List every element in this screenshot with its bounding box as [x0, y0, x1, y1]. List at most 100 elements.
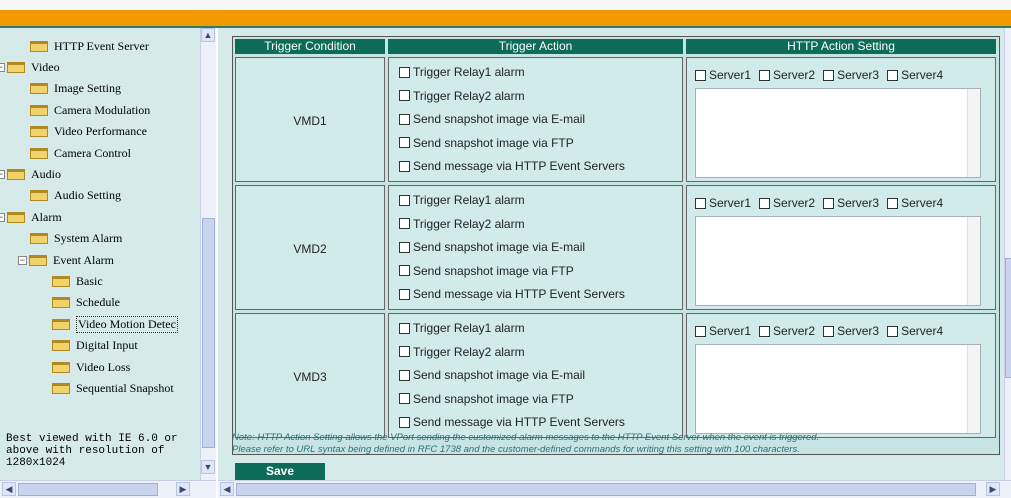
checkbox[interactable]: [399, 194, 410, 206]
server-option[interactable]: Server2: [759, 196, 815, 210]
checkbox[interactable]: [399, 322, 410, 334]
trigger-action-option[interactable]: Trigger Relay1 alarm: [399, 321, 525, 335]
tree-item[interactable]: Camera Control: [30, 143, 131, 163]
checkbox[interactable]: [887, 325, 899, 337]
checkbox[interactable]: [399, 241, 410, 253]
tree-item[interactable]: HTTP Event Server: [30, 36, 149, 56]
checkbox[interactable]: [823, 325, 835, 337]
header-trigger-condition: Trigger Condition: [235, 39, 385, 54]
scroll-right-icon[interactable]: ▶: [176, 482, 190, 496]
page-vertical-scrollbar[interactable]: [1004, 28, 1011, 480]
textarea-scrollbar[interactable]: [967, 89, 980, 177]
trigger-action-option[interactable]: Send snapshot image via E-mail: [399, 112, 585, 126]
server-option[interactable]: Server3: [823, 196, 879, 210]
tree-item[interactable]: − Audio: [0, 164, 61, 184]
tree-vertical-scrollbar[interactable]: ▲ ▼: [200, 28, 216, 480]
checkbox[interactable]: [887, 69, 899, 81]
scroll-left-icon[interactable]: ◀: [2, 482, 16, 496]
trigger-action-option[interactable]: Send message via HTTP Event Servers: [399, 415, 625, 429]
tree-item-label: Audio Setting: [54, 188, 122, 203]
tree-item[interactable]: Video Performance: [30, 122, 147, 142]
checkbox[interactable]: [399, 160, 410, 172]
checkbox[interactable]: [887, 197, 899, 209]
trigger-action-option[interactable]: Send message via HTTP Event Servers: [399, 159, 625, 173]
checkbox[interactable]: [399, 218, 410, 229]
server-option[interactable]: Server2: [759, 68, 815, 82]
checkbox[interactable]: [823, 197, 835, 209]
tree-item[interactable]: − Video: [0, 57, 60, 77]
checkbox[interactable]: [759, 69, 771, 81]
tree-item[interactable]: Video Motion Detec: [52, 314, 178, 334]
tree-item[interactable]: Camera Modulation: [30, 100, 150, 120]
http-action-textarea[interactable]: [695, 88, 981, 178]
checkbox[interactable]: [759, 325, 771, 337]
checkbox[interactable]: [695, 197, 706, 209]
content-hscroll-thumb[interactable]: [236, 483, 976, 496]
tree-hscroll-thumb[interactable]: [18, 483, 158, 496]
tree-item[interactable]: Schedule: [52, 293, 120, 313]
trigger-action-option[interactable]: Trigger Relay2 alarm: [399, 217, 525, 231]
checkbox[interactable]: [399, 113, 410, 125]
tree-item[interactable]: Video Loss: [52, 357, 130, 377]
collapse-icon[interactable]: −: [18, 255, 27, 265]
textarea-scrollbar[interactable]: [967, 345, 980, 433]
http-action-textarea[interactable]: [695, 344, 981, 434]
server-option[interactable]: Server1: [695, 324, 751, 338]
trigger-action-option[interactable]: Send snapshot image via FTP: [399, 136, 574, 150]
tree-item[interactable]: − Alarm: [0, 207, 62, 227]
trigger-action-option[interactable]: Trigger Relay2 alarm: [399, 345, 525, 359]
server-option[interactable]: Server4: [887, 196, 943, 210]
server-option[interactable]: Server4: [887, 324, 943, 338]
tree-scroll-thumb[interactable]: [202, 218, 215, 448]
trigger-action-option[interactable]: Trigger Relay2 alarm: [399, 89, 525, 103]
checkbox[interactable]: [399, 90, 410, 101]
checkbox[interactable]: [695, 325, 706, 337]
trigger-action-option[interactable]: Send snapshot image via E-mail: [399, 240, 585, 254]
checkbox[interactable]: [759, 197, 771, 209]
save-button[interactable]: Save: [235, 463, 325, 480]
trigger-action-option[interactable]: Send snapshot image via FTP: [399, 392, 574, 406]
tree-item[interactable]: Basic: [52, 271, 103, 291]
checkbox[interactable]: [399, 369, 410, 381]
content-horizontal-scrollbar[interactable]: ◀ ▶: [218, 480, 1011, 498]
folder-icon: [30, 83, 48, 95]
tree-item[interactable]: System Alarm: [30, 229, 122, 249]
checkbox[interactable]: [399, 416, 410, 428]
server-option[interactable]: Server2: [759, 324, 815, 338]
brand-bar: [0, 10, 1011, 26]
tree-item[interactable]: − Event Alarm: [18, 250, 114, 270]
tree-item[interactable]: Audio Setting: [30, 186, 121, 206]
collapse-icon[interactable]: −: [0, 169, 5, 179]
server-option[interactable]: Server3: [823, 324, 879, 338]
checkbox[interactable]: [399, 66, 410, 78]
server-option[interactable]: Server1: [695, 68, 751, 82]
checkbox[interactable]: [399, 265, 410, 276]
tree-item[interactable]: Digital Input: [52, 336, 138, 356]
tree-horizontal-scrollbar[interactable]: ◀ ▶: [0, 480, 216, 498]
http-action-textarea[interactable]: [695, 216, 981, 306]
trigger-action-option[interactable]: Send snapshot image via E-mail: [399, 368, 585, 382]
checkbox[interactable]: [399, 393, 410, 404]
tree-item[interactable]: Image Setting: [30, 79, 121, 99]
page-scroll-thumb[interactable]: [1005, 258, 1011, 378]
tree-item[interactable]: Sequential Snapshot: [52, 378, 174, 398]
scroll-up-icon[interactable]: ▲: [201, 28, 215, 42]
trigger-action-option[interactable]: Send snapshot image via FTP: [399, 264, 574, 278]
scroll-right-icon[interactable]: ▶: [986, 482, 1000, 496]
trigger-action-option[interactable]: Trigger Relay1 alarm: [399, 193, 525, 207]
textarea-scrollbar[interactable]: [967, 217, 980, 305]
collapse-icon[interactable]: −: [0, 212, 5, 222]
trigger-action-option[interactable]: Send message via HTTP Event Servers: [399, 287, 625, 301]
server-option[interactable]: Server4: [887, 68, 943, 82]
scroll-left-icon[interactable]: ◀: [220, 482, 234, 496]
checkbox[interactable]: [399, 137, 410, 148]
server-option[interactable]: Server3: [823, 68, 879, 82]
checkbox[interactable]: [695, 69, 706, 81]
checkbox[interactable]: [399, 346, 410, 357]
scroll-down-icon[interactable]: ▼: [201, 460, 215, 474]
trigger-action-option[interactable]: Trigger Relay1 alarm: [399, 65, 525, 79]
collapse-icon[interactable]: −: [0, 62, 5, 72]
checkbox[interactable]: [399, 288, 410, 300]
checkbox[interactable]: [823, 69, 835, 81]
server-option[interactable]: Server1: [695, 196, 751, 210]
